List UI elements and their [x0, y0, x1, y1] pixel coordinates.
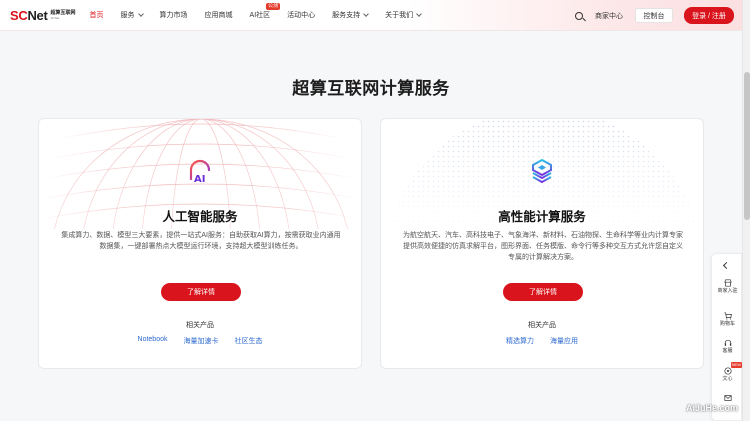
- header-actions: 商家中心 控制台 登录 / 注册: [575, 0, 734, 31]
- rail-item-chat[interactable]: 文心 NEW: [712, 362, 743, 382]
- logo-mark-sc: SC: [10, 7, 28, 23]
- rail-label: 商家入驻: [717, 288, 738, 294]
- logo-subtitle: 超算互联网 SCNet: [50, 9, 76, 20]
- rail-item-cart[interactable]: 购物车: [712, 312, 743, 327]
- rail-label: 客服: [722, 348, 733, 354]
- nav-item-home[interactable]: 首页: [90, 10, 104, 20]
- rail-item-merchant-join[interactable]: 商家入驻: [712, 279, 743, 294]
- chevron-down-icon: [416, 11, 423, 17]
- nav-item-about[interactable]: 关于我们: [385, 10, 423, 20]
- svg-text:AI: AI: [194, 174, 205, 185]
- scnet-logo[interactable]: SCNet 超算互联网 SCNet: [10, 8, 76, 23]
- login-register-button[interactable]: 登录 / 注册: [684, 7, 734, 24]
- ai-service-card: AI 人工智能服务 集成算力、数据、模型三大要素，提供一站式AI服务：自助获取A…: [38, 118, 362, 369]
- section-title: 超算互联网计算服务: [292, 79, 450, 98]
- logo-mark-net: Net: [27, 7, 48, 23]
- logo-wordmark: SCNet: [10, 8, 48, 23]
- nav-label: 算力市场: [159, 12, 188, 19]
- merchant-center-link[interactable]: 商家中心: [595, 11, 623, 21]
- headset-icon: [724, 339, 731, 346]
- related-products-links: 精选算力 海量应用: [381, 336, 703, 346]
- page-scrollbar[interactable]: [742, 0, 750, 421]
- watermark: AiJuHe.com: [686, 403, 739, 413]
- card-title: 人工智能服务: [162, 210, 238, 224]
- chevron-down-icon: [363, 11, 370, 17]
- related-link-accelerator[interactable]: 海量加速卡: [183, 336, 218, 346]
- chat-icon: [723, 367, 732, 375]
- mail-icon: [723, 395, 732, 401]
- learn-more-button[interactable]: 了解详情: [503, 283, 583, 301]
- nav-item-app-store[interactable]: 应用商城: [205, 10, 233, 20]
- related-products-heading: 相关产品: [186, 322, 214, 329]
- nav-label: 服务支持: [332, 12, 361, 19]
- nav-label: 活动中心: [287, 12, 316, 19]
- nav-item-support[interactable]: 服务支持: [332, 10, 370, 20]
- logo-subtitle-en: SCNet: [50, 15, 60, 20]
- hpc-cube-icon: [532, 158, 552, 184]
- related-link-selected-compute[interactable]: 精选算力: [506, 336, 534, 346]
- nav-label: 首页: [89, 12, 104, 19]
- search-icon[interactable]: [575, 11, 583, 20]
- nav-label: 应用商城: [204, 12, 233, 19]
- ai-head-icon: AI: [189, 159, 211, 185]
- nav-item-services[interactable]: 服务: [120, 10, 144, 20]
- rail-item-mail[interactable]: [712, 394, 743, 402]
- rail-item-support[interactable]: 客服: [712, 339, 743, 354]
- nav-item-events[interactable]: 活动中心: [287, 10, 315, 20]
- top-navigation-bar: SCNet 超算互联网 SCNet 首页 服务 算力市场 应用商城 AI社区 公测…: [0, 0, 742, 31]
- floating-service-rail: 商家入驻 购物车 客服 文心 NEW: [711, 253, 742, 421]
- new-badge: NEW: [730, 362, 742, 368]
- card-description: 为航空航天、汽车、高科技电子、气象海洋、新材料、石油物探、生命科学等业内计算专家…: [403, 232, 683, 261]
- related-link-apps[interactable]: 海量应用: [550, 336, 578, 346]
- chevron-down-icon: [137, 11, 144, 17]
- console-button[interactable]: 控制台: [635, 8, 673, 23]
- card-description: 集成算力、数据、模型三大要素，提供一站式AI服务：自助获取AI算力，按需获取业内…: [61, 232, 341, 250]
- related-products-heading: 相关产品: [528, 322, 556, 329]
- scrollbar-thumb[interactable]: [744, 72, 750, 220]
- hpc-service-card: 高性能计算服务 为航空航天、汽车、高科技电子、气象海洋、新材料、石油物探、生命科…: [380, 118, 704, 369]
- collapse-chevron-icon[interactable]: [722, 261, 731, 270]
- related-link-community[interactable]: 社区生态: [234, 336, 262, 346]
- nav-label: 关于我们: [385, 12, 414, 19]
- related-products-links: Notebook 海量加速卡 社区生态: [39, 336, 361, 346]
- cart-icon: [723, 312, 732, 320]
- rail-label: 文心: [722, 376, 733, 382]
- nav-label: AI社区: [249, 12, 271, 19]
- rail-label: 购物车: [719, 321, 735, 327]
- nav-item-compute-market[interactable]: 算力市场: [160, 10, 188, 20]
- store-icon: [723, 279, 732, 287]
- card-title: 高性能计算服务: [498, 210, 586, 224]
- nav-item-ai-community[interactable]: AI社区 公测: [249, 3, 281, 20]
- main-nav: 首页 服务 算力市场 应用商城 AI社区 公测 活动中心 服务支持 关于我们: [90, 3, 439, 20]
- learn-more-button[interactable]: 了解详情: [161, 283, 241, 301]
- beta-badge: 公测: [266, 3, 281, 10]
- nav-label: 服务: [120, 12, 135, 19]
- related-link-notebook[interactable]: Notebook: [138, 336, 168, 346]
- logo-subtitle-cn: 超算互联网: [50, 9, 76, 16]
